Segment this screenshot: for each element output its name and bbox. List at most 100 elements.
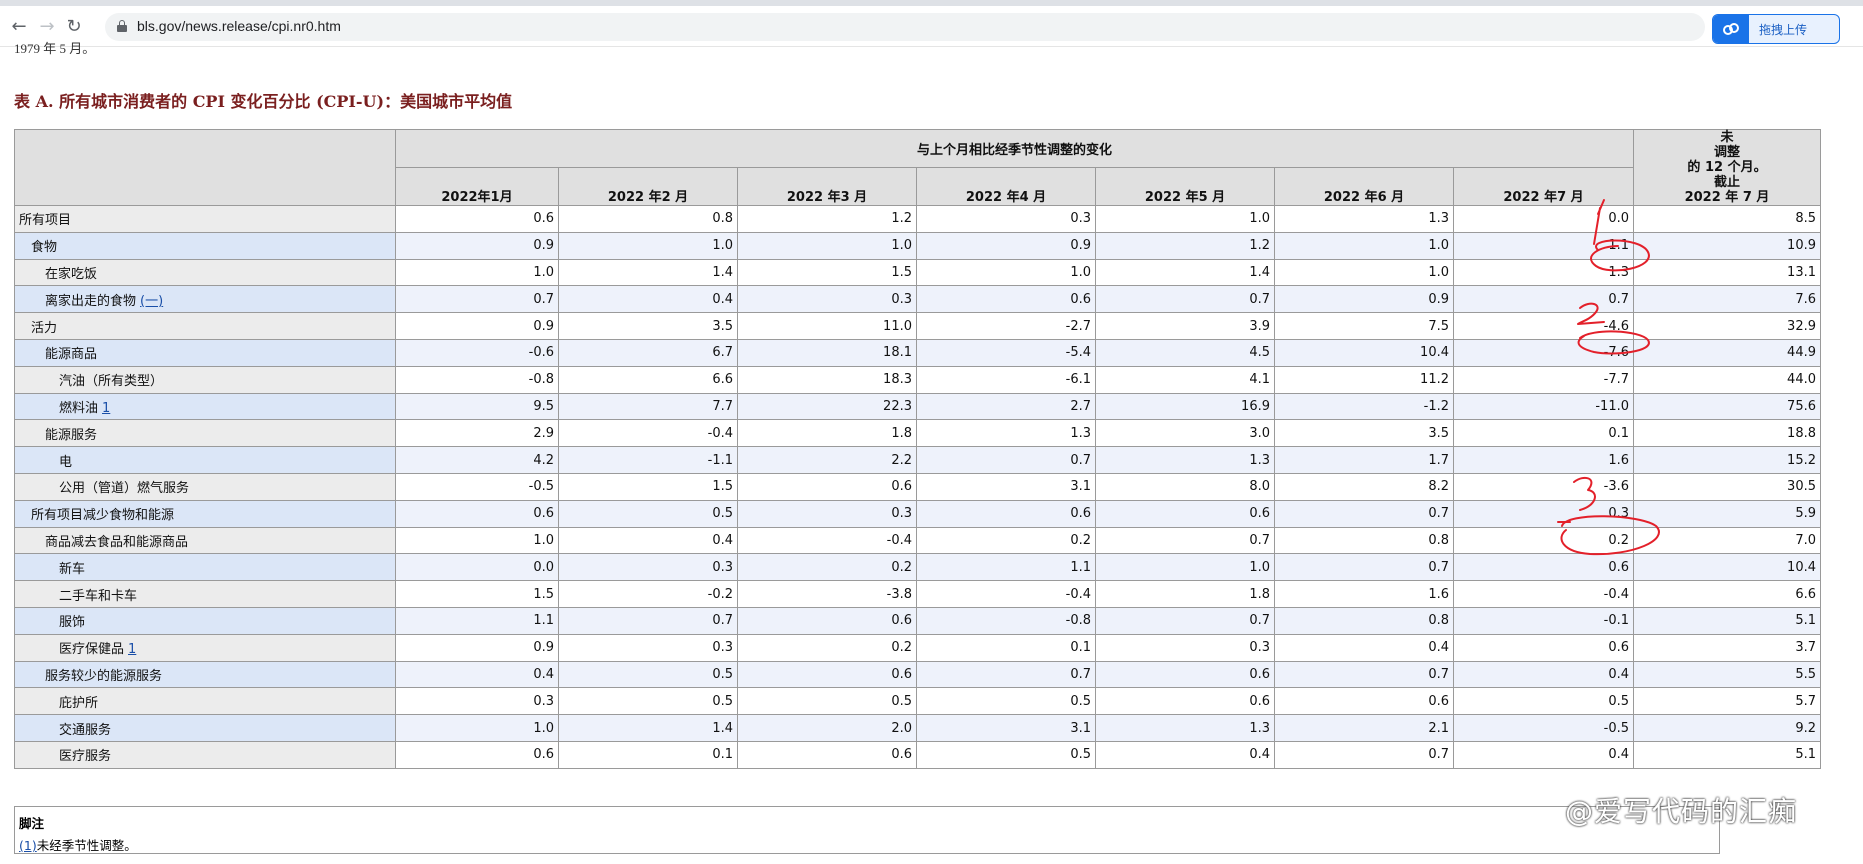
value-cell: 0.5	[916, 740, 1096, 769]
value-cell: 0.7	[558, 606, 738, 635]
value-cell: -0.6	[395, 338, 559, 367]
footnote-marker[interactable]: 1	[128, 642, 136, 657]
value-cell: 0.7	[1274, 740, 1454, 769]
unadjusted-value-cell: 10.9	[1633, 231, 1821, 260]
value-cell: 0.7	[395, 285, 559, 314]
value-cell: -3.6	[1453, 472, 1634, 501]
value-cell: 0.3	[558, 633, 738, 662]
table-row: 电 4.2 -1.1 2.2 0.7 1.3 1.7 1.6 15.2	[14, 446, 1821, 474]
row-label-text: 二手车和卡车	[59, 588, 138, 604]
back-arrow-icon[interactable]: ←	[8, 16, 30, 38]
unadjusted-value-cell: 75.6	[1633, 392, 1821, 421]
value-cell: 1.1	[1453, 231, 1634, 260]
unadjusted-value-cell: 3.7	[1633, 633, 1821, 662]
unadjusted-value-cell: 7.6	[1633, 285, 1821, 314]
footnote-link[interactable]: (1)	[19, 838, 37, 853]
value-cell: 7.7	[558, 392, 738, 421]
unadjusted-header: 未 调整 的 12 个月。 截止 2022 年 7 月	[1633, 129, 1821, 206]
month-header: 2022 年7 月	[1453, 167, 1634, 206]
value-cell: 0.4	[558, 285, 738, 314]
forward-arrow-icon[interactable]: →	[36, 16, 58, 38]
value-cell: 3.1	[916, 714, 1096, 742]
value-cell: 0.3	[395, 687, 559, 716]
value-cell: 1.0	[1274, 258, 1454, 287]
value-cell: 0.6	[1453, 633, 1634, 662]
footnote-text: 未经季节性调整。	[36, 838, 137, 853]
table-row: 医疗服务 0.6 0.1 0.6 0.5 0.4 0.7 0.4 5.1	[14, 740, 1821, 769]
address-bar[interactable]: bls.gov/news.release/cpi.nr0.htm	[105, 13, 1705, 41]
value-cell: 8.0	[1095, 472, 1275, 501]
footnote-link[interactable]: 1	[102, 401, 110, 416]
value-cell: 0.7	[1095, 285, 1275, 314]
value-cell: 0.3	[558, 553, 738, 582]
row-label: 电	[14, 446, 396, 474]
value-cell: 0.4	[1453, 660, 1634, 689]
row-label: 医疗保健品 1	[14, 633, 396, 662]
value-cell: 0.8	[1274, 526, 1454, 555]
table-row: 二手车和卡车 1.5 -0.2 -3.8 -0.4 1.8 1.6 -0.4 6.6	[14, 580, 1821, 608]
value-cell: 0.2	[737, 553, 917, 582]
table-row: 服务较少的能源服务 0.4 0.5 0.6 0.7 0.6 0.7 0.4 5.5	[14, 660, 1821, 689]
table-row: 所有项目减少食物和能源 0.6 0.5 0.3 0.6 0.6 0.7 0.3 5.9	[14, 499, 1821, 528]
value-cell: 1.2	[737, 205, 917, 233]
table-row: 所有项目 0.6 0.8 1.2 0.3 1.0 1.3 0.0 8.5	[14, 205, 1821, 233]
value-cell: 0.3	[737, 285, 917, 314]
value-cell: 0.4	[1095, 740, 1275, 769]
value-cell: 0.4	[395, 660, 559, 689]
value-cell: 1.0	[395, 258, 559, 287]
table-row: 服饰 1.1 0.7 0.6 -0.8 0.7 0.8 -0.1 5.1	[14, 606, 1821, 635]
table-row: 离家出走的食物 (一) 0.7 0.4 0.3 0.6 0.7 0.9 0.7 7.6	[14, 285, 1821, 314]
value-cell: 1.1	[395, 606, 559, 635]
value-cell: -0.4	[916, 580, 1096, 608]
row-label-text: 交通服务	[59, 722, 112, 738]
value-cell: -5.4	[916, 338, 1096, 367]
upload-extension-button[interactable]: 拖拽上传	[1712, 14, 1840, 44]
value-cell: -0.4	[737, 526, 917, 555]
row-label-text: 食物	[31, 240, 58, 256]
value-cell: 8.2	[1274, 472, 1454, 501]
value-cell: 0.9	[395, 633, 559, 662]
footnote-link[interactable]: (一)	[140, 294, 163, 309]
group-header: 与上个月相比经季节性调整的变化	[395, 129, 1634, 168]
value-cell: 11.2	[1274, 365, 1454, 394]
value-cell: 0.7	[1274, 499, 1454, 528]
value-cell: 1.3	[1453, 258, 1634, 287]
value-cell: 0.7	[1095, 526, 1275, 555]
value-cell: -11.0	[1453, 392, 1634, 421]
unadjusted-value-cell: 30.5	[1633, 472, 1821, 501]
value-cell: 0.6	[395, 499, 559, 528]
value-cell: 0.2	[737, 633, 917, 662]
footnote-marker[interactable]: 1	[102, 401, 110, 416]
value-cell: 0.5	[558, 687, 738, 716]
value-cell: 1.3	[1095, 446, 1275, 474]
value-cell: -0.2	[558, 580, 738, 608]
table-row: 燃料油 1 9.5 7.7 22.3 2.7 16.9 -1.2 -11.0 75.6	[14, 392, 1821, 421]
url-text[interactable]: bls.gov/news.release/cpi.nr0.htm	[137, 18, 341, 34]
unadjusted-value-cell: 5.9	[1633, 499, 1821, 528]
value-cell: 1.5	[558, 472, 738, 501]
value-cell: -7.7	[1453, 365, 1634, 394]
row-label-text: 汽油（所有类型）	[59, 374, 164, 390]
row-label: 服饰	[14, 606, 396, 635]
month-header: 2022 年2 月	[558, 167, 738, 206]
month-header: 2022 年3 月	[737, 167, 917, 206]
unadjusted-value-cell: 9.2	[1633, 714, 1821, 742]
footnote-link[interactable]: 1	[128, 642, 136, 657]
value-cell: 0.5	[558, 499, 738, 528]
value-cell: 0.1	[558, 740, 738, 769]
value-cell: 0.3	[737, 499, 917, 528]
value-cell: 0.4	[558, 526, 738, 555]
value-cell: 0.6	[737, 660, 917, 689]
reload-icon[interactable]: ↻	[63, 16, 85, 38]
unadjusted-value-cell: 5.5	[1633, 660, 1821, 689]
value-cell: 0.6	[1095, 687, 1275, 716]
value-cell: 4.2	[395, 446, 559, 474]
row-label: 活力	[14, 312, 396, 340]
corner-header	[14, 129, 396, 206]
value-cell: 0.3	[916, 205, 1096, 233]
unadjusted-value-cell: 13.1	[1633, 258, 1821, 287]
row-label-text: 所有项目	[19, 213, 72, 229]
footnote-marker[interactable]: (一)	[140, 294, 163, 309]
value-cell: 6.6	[558, 365, 738, 394]
value-cell: 18.1	[737, 338, 917, 367]
